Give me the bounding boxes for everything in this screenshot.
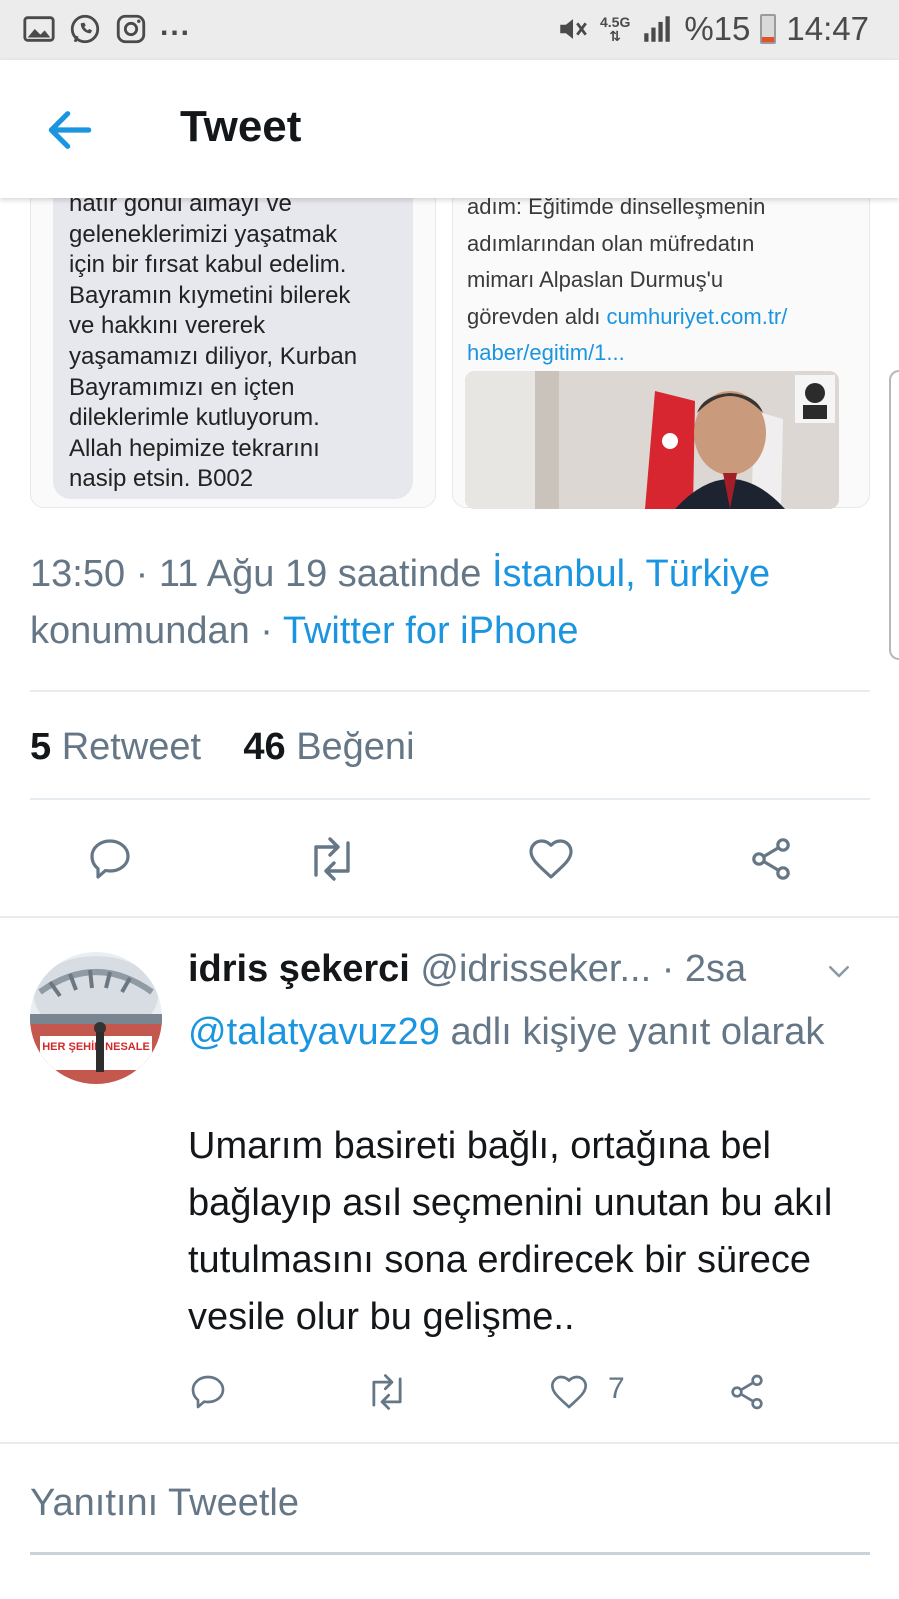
- media-image-sms[interactable]: hatır gönül almayı ve geleneklerimizi ya…: [30, 198, 436, 508]
- instagram-icon: [116, 14, 146, 44]
- chevron-down-icon[interactable]: [824, 956, 854, 986]
- reply-author-handle[interactable]: @idrisseker...: [420, 948, 651, 990]
- divider: [30, 798, 870, 800]
- compose-underline: [30, 1552, 870, 1555]
- network-type: 4.5G ⇅: [599, 14, 631, 44]
- status-bar: ... 4.5G ⇅ %15 14:47: [0, 0, 899, 60]
- reply-text: Umarım basireti bağlı, ortağına bel bağl…: [188, 1125, 833, 1338]
- divider: [30, 690, 870, 692]
- retweets-stat[interactable]: 5 Retweet: [30, 726, 201, 768]
- reply-time: · 2sa: [661, 948, 747, 990]
- sms-text: hatır gönül almayı ve geleneklerimizi ya…: [69, 198, 358, 493]
- share-icon[interactable]: [726, 1372, 768, 1412]
- tweet-timestamp: 13:50 · 11 Ağu 19 saatinde: [30, 553, 492, 595]
- signal-icon: [644, 16, 671, 42]
- news-photo: [465, 371, 839, 509]
- reply-like-count: 7: [608, 1372, 625, 1405]
- scroll-handle[interactable]: [889, 370, 899, 660]
- tweet-meta: 13:50 · 11 Ağu 19 saatinde İstanbul, Tür…: [30, 546, 870, 660]
- retweet-icon[interactable]: [364, 1372, 410, 1412]
- more-notifications: ...: [160, 9, 192, 42]
- whatsapp-icon: [70, 14, 100, 44]
- location-suffix: konumundan ·: [30, 610, 283, 652]
- battery-percent: %15: [684, 10, 751, 47]
- tweet-location-link[interactable]: İstanbul, Türkiye: [492, 553, 770, 595]
- reply-icon[interactable]: [86, 835, 134, 883]
- tweet-source-link[interactable]: Twitter for iPhone: [283, 610, 579, 652]
- reply-header: idris şekerci @idrisseker... · 2sa: [188, 944, 828, 994]
- like-icon[interactable]: [526, 835, 576, 883]
- divider: [0, 1442, 899, 1444]
- retweet-icon[interactable]: [304, 835, 360, 883]
- clock: 14:47: [786, 10, 869, 47]
- page-title: Tweet: [180, 102, 302, 151]
- reply-context: @talatyavuz29 adlı kişiye yanıt olarak: [188, 1004, 848, 1060]
- reply-to-handle[interactable]: @talatyavuz29: [188, 1011, 440, 1053]
- mute-icon: [560, 19, 587, 39]
- reply-compose-input[interactable]: Yanıtını Tweetle: [30, 1482, 299, 1525]
- back-arrow-icon[interactable]: [42, 102, 98, 158]
- media-image-news[interactable]: adım: Eğitimde dinselleşmenin adımlarınd…: [452, 198, 870, 509]
- reply-icon[interactable]: [188, 1372, 228, 1412]
- tweet-media[interactable]: hatır gönül almayı ve geleneklerimizi ya…: [30, 198, 870, 518]
- reply-to-suffix: adlı kişiye yanıt olarak: [439, 1011, 825, 1053]
- battery-icon: [760, 14, 777, 44]
- avatar[interactable]: HER ŞEHİR NESALE: [30, 952, 162, 1084]
- like-icon[interactable]: [548, 1372, 590, 1412]
- tweet-stats: 5 Retweet 46 Beğeni: [30, 722, 415, 772]
- gallery-icon: [23, 16, 55, 42]
- likes-stat[interactable]: 46 Beğeni: [243, 726, 414, 768]
- divider: [0, 916, 899, 918]
- app-bar: Tweet: [0, 60, 899, 198]
- news-text: adım: Eğitimde dinselleşmenin adımlarınd…: [467, 198, 788, 365]
- reply-author-name[interactable]: idris şekerci: [188, 948, 410, 990]
- share-icon[interactable]: [746, 835, 796, 883]
